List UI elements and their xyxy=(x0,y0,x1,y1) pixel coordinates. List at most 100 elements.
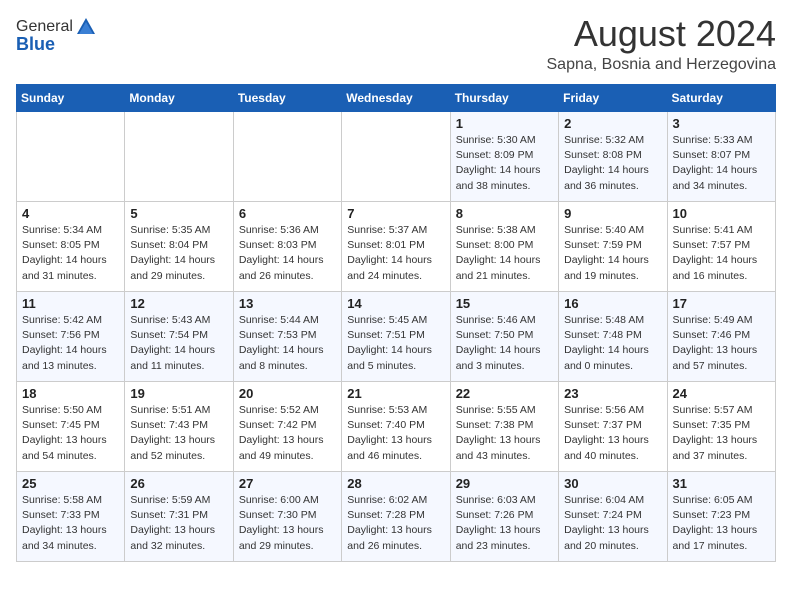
calendar-day-cell: 19 Sunrise: 5:51 AM Sunset: 7:43 PM Dayli… xyxy=(125,382,233,472)
day-number: 18 xyxy=(22,386,119,401)
calendar-day-cell: 9 Sunrise: 5:40 AM Sunset: 7:59 PM Daylig… xyxy=(559,202,667,292)
calendar-day-cell: 15 Sunrise: 5:46 AM Sunset: 7:50 PM Dayli… xyxy=(450,292,558,382)
calendar-day-cell: 5 Sunrise: 5:35 AM Sunset: 8:04 PM Daylig… xyxy=(125,202,233,292)
day-number: 6 xyxy=(239,206,336,221)
day-info: Sunrise: 5:49 AM Sunset: 7:46 PM Dayligh… xyxy=(673,313,770,374)
calendar-day-cell: 11Sunrise: 5:42 AM Sunset: 7:56 PM Dayli… xyxy=(17,292,125,382)
day-info: Sunrise: 5:53 AM Sunset: 7:40 PM Dayligh… xyxy=(347,403,444,464)
day-info: Sunrise: 6:02 AM Sunset: 7:28 PM Dayligh… xyxy=(347,493,444,554)
page-header: General Blue August 2024 Sapna, Bosnia a… xyxy=(16,16,776,74)
calendar-day-cell: 20 Sunrise: 5:52 AM Sunset: 7:42 PM Dayli… xyxy=(233,382,341,472)
day-number: 28 xyxy=(347,476,444,491)
title-block: August 2024 Sapna, Bosnia and Herzegovin… xyxy=(547,16,777,74)
month-year-title: August 2024 xyxy=(547,16,777,52)
day-info: Sunrise: 5:42 AM Sunset: 7:56 PM Dayligh… xyxy=(22,313,119,374)
day-info: Sunrise: 5:34 AM Sunset: 8:05 PM Dayligh… xyxy=(22,223,119,284)
day-number: 15 xyxy=(456,296,553,311)
day-number: 9 xyxy=(564,206,661,221)
day-info: Sunrise: 5:37 AM Sunset: 8:01 PM Dayligh… xyxy=(347,223,444,284)
calendar-day-cell: 6 Sunrise: 5:36 AM Sunset: 8:03 PM Daylig… xyxy=(233,202,341,292)
day-number: 8 xyxy=(456,206,553,221)
logo-icon xyxy=(75,16,97,38)
day-number: 16 xyxy=(564,296,661,311)
day-info: Sunrise: 5:41 AM Sunset: 7:57 PM Dayligh… xyxy=(673,223,770,284)
day-number: 5 xyxy=(130,206,227,221)
day-info: Sunrise: 5:32 AM Sunset: 8:08 PM Dayligh… xyxy=(564,133,661,194)
day-info: Sunrise: 5:46 AM Sunset: 7:50 PM Dayligh… xyxy=(456,313,553,374)
calendar-week-row: 25Sunrise: 5:58 AM Sunset: 7:33 PM Dayli… xyxy=(17,472,776,562)
day-number: 17 xyxy=(673,296,770,311)
calendar-table: SundayMondayTuesdayWednesdayThursdayFrid… xyxy=(16,84,776,562)
calendar-day-cell: 1Sunrise: 5:30 AM Sunset: 8:09 PM Daylig… xyxy=(450,112,558,202)
day-info: Sunrise: 5:52 AM Sunset: 7:42 PM Dayligh… xyxy=(239,403,336,464)
calendar-week-row: 1Sunrise: 5:30 AM Sunset: 8:09 PM Daylig… xyxy=(17,112,776,202)
calendar-day-cell: 8 Sunrise: 5:38 AM Sunset: 8:00 PM Daylig… xyxy=(450,202,558,292)
day-number: 26 xyxy=(130,476,227,491)
day-info: Sunrise: 5:51 AM Sunset: 7:43 PM Dayligh… xyxy=(130,403,227,464)
day-info: Sunrise: 5:48 AM Sunset: 7:48 PM Dayligh… xyxy=(564,313,661,374)
calendar-day-cell: 25Sunrise: 5:58 AM Sunset: 7:33 PM Dayli… xyxy=(17,472,125,562)
day-info: Sunrise: 5:38 AM Sunset: 8:00 PM Dayligh… xyxy=(456,223,553,284)
day-info: Sunrise: 5:55 AM Sunset: 7:38 PM Dayligh… xyxy=(456,403,553,464)
calendar-day-cell: 27 Sunrise: 6:00 AM Sunset: 7:30 PM Dayli… xyxy=(233,472,341,562)
day-info: Sunrise: 5:44 AM Sunset: 7:53 PM Dayligh… xyxy=(239,313,336,374)
day-info: Sunrise: 6:03 AM Sunset: 7:26 PM Dayligh… xyxy=(456,493,553,554)
calendar-day-cell: 22 Sunrise: 5:55 AM Sunset: 7:38 PM Dayli… xyxy=(450,382,558,472)
day-info: Sunrise: 6:00 AM Sunset: 7:30 PM Dayligh… xyxy=(239,493,336,554)
calendar-day-cell: 18 Sunrise: 5:50 AM Sunset: 7:45 PM Dayli… xyxy=(17,382,125,472)
day-number: 23 xyxy=(564,386,661,401)
calendar-day-cell xyxy=(17,112,125,202)
day-number: 21 xyxy=(347,386,444,401)
calendar-week-row: 18 Sunrise: 5:50 AM Sunset: 7:45 PM Dayli… xyxy=(17,382,776,472)
day-number: 31 xyxy=(673,476,770,491)
calendar-day-cell: 16 Sunrise: 5:48 AM Sunset: 7:48 PM Dayli… xyxy=(559,292,667,382)
calendar-day-cell: 10 Sunrise: 5:41 AM Sunset: 7:57 PM Dayli… xyxy=(667,202,775,292)
calendar-day-cell: 12Sunrise: 5:43 AM Sunset: 7:54 PM Dayli… xyxy=(125,292,233,382)
logo: General Blue xyxy=(16,16,97,55)
calendar-week-row: 11Sunrise: 5:42 AM Sunset: 7:56 PM Dayli… xyxy=(17,292,776,382)
calendar-day-cell: 28 Sunrise: 6:02 AM Sunset: 7:28 PM Dayli… xyxy=(342,472,450,562)
calendar-day-cell: 3Sunrise: 5:33 AM Sunset: 8:07 PM Daylig… xyxy=(667,112,775,202)
day-number: 19 xyxy=(130,386,227,401)
weekday-header-tuesday: Tuesday xyxy=(233,85,341,112)
day-info: Sunrise: 5:57 AM Sunset: 7:35 PM Dayligh… xyxy=(673,403,770,464)
day-info: Sunrise: 5:33 AM Sunset: 8:07 PM Dayligh… xyxy=(673,133,770,194)
calendar-day-cell xyxy=(125,112,233,202)
day-number: 30 xyxy=(564,476,661,491)
calendar-week-row: 4Sunrise: 5:34 AM Sunset: 8:05 PM Daylig… xyxy=(17,202,776,292)
weekday-header-sunday: Sunday xyxy=(17,85,125,112)
day-info: Sunrise: 5:35 AM Sunset: 8:04 PM Dayligh… xyxy=(130,223,227,284)
calendar-day-cell: 7 Sunrise: 5:37 AM Sunset: 8:01 PM Daylig… xyxy=(342,202,450,292)
weekday-header-friday: Friday xyxy=(559,85,667,112)
calendar-day-cell: 31 Sunrise: 6:05 AM Sunset: 7:23 PM Dayli… xyxy=(667,472,775,562)
day-number: 20 xyxy=(239,386,336,401)
day-number: 12 xyxy=(130,296,227,311)
day-number: 22 xyxy=(456,386,553,401)
calendar-day-cell: 2Sunrise: 5:32 AM Sunset: 8:08 PM Daylig… xyxy=(559,112,667,202)
weekday-header-wednesday: Wednesday xyxy=(342,85,450,112)
calendar-day-cell xyxy=(342,112,450,202)
calendar-day-cell: 29Sunrise: 6:03 AM Sunset: 7:26 PM Dayli… xyxy=(450,472,558,562)
calendar-day-cell: 23 Sunrise: 5:56 AM Sunset: 7:37 PM Dayli… xyxy=(559,382,667,472)
day-number: 1 xyxy=(456,116,553,131)
calendar-day-cell: 26Sunrise: 5:59 AM Sunset: 7:31 PM Dayli… xyxy=(125,472,233,562)
weekday-header-monday: Monday xyxy=(125,85,233,112)
calendar-day-cell: 17 Sunrise: 5:49 AM Sunset: 7:46 PM Dayli… xyxy=(667,292,775,382)
day-info: Sunrise: 6:05 AM Sunset: 7:23 PM Dayligh… xyxy=(673,493,770,554)
day-number: 27 xyxy=(239,476,336,491)
weekday-header-thursday: Thursday xyxy=(450,85,558,112)
day-number: 10 xyxy=(673,206,770,221)
weekday-header-row: SundayMondayTuesdayWednesdayThursdayFrid… xyxy=(17,85,776,112)
day-info: Sunrise: 5:56 AM Sunset: 7:37 PM Dayligh… xyxy=(564,403,661,464)
day-info: Sunrise: 5:45 AM Sunset: 7:51 PM Dayligh… xyxy=(347,313,444,374)
day-number: 13 xyxy=(239,296,336,311)
calendar-day-cell: 21 Sunrise: 5:53 AM Sunset: 7:40 PM Dayli… xyxy=(342,382,450,472)
day-info: Sunrise: 5:40 AM Sunset: 7:59 PM Dayligh… xyxy=(564,223,661,284)
day-info: Sunrise: 5:36 AM Sunset: 8:03 PM Dayligh… xyxy=(239,223,336,284)
calendar-day-cell: 14Sunrise: 5:45 AM Sunset: 7:51 PM Dayli… xyxy=(342,292,450,382)
day-info: Sunrise: 5:58 AM Sunset: 7:33 PM Dayligh… xyxy=(22,493,119,554)
calendar-day-cell: 30Sunrise: 6:04 AM Sunset: 7:24 PM Dayli… xyxy=(559,472,667,562)
day-number: 7 xyxy=(347,206,444,221)
calendar-day-cell: 24Sunrise: 5:57 AM Sunset: 7:35 PM Dayli… xyxy=(667,382,775,472)
day-info: Sunrise: 5:50 AM Sunset: 7:45 PM Dayligh… xyxy=(22,403,119,464)
